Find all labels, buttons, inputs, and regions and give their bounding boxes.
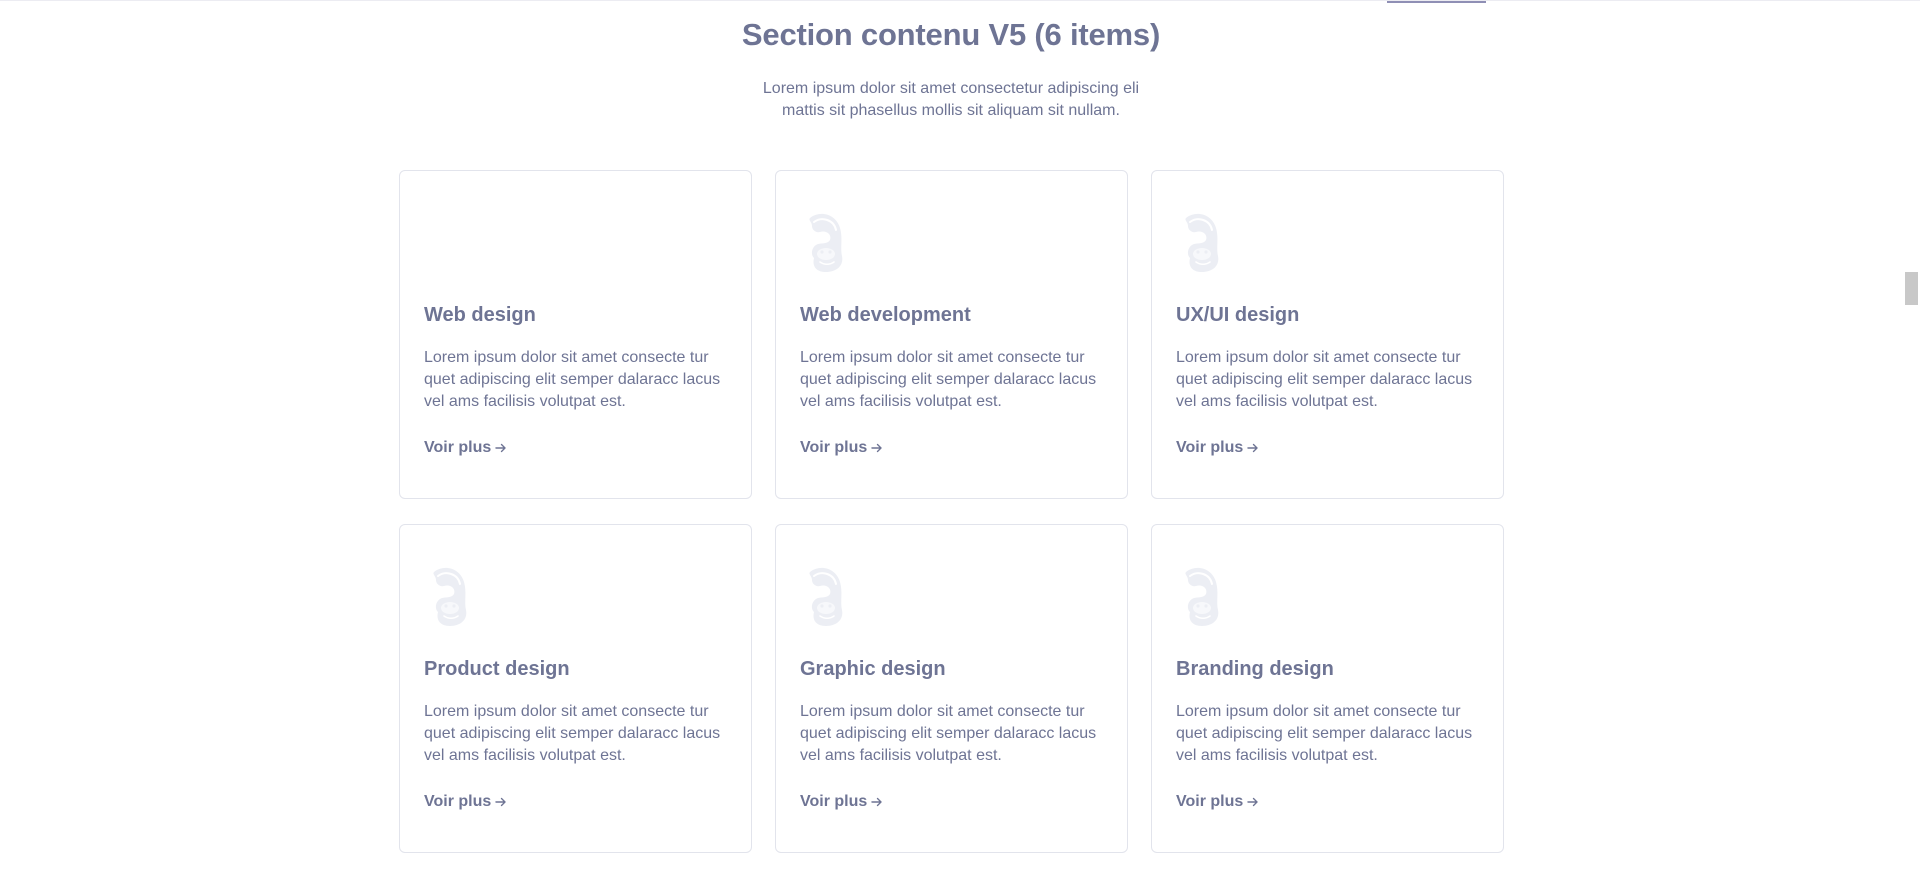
card-title: UX/UI design xyxy=(1176,304,1300,326)
card-title: Web design xyxy=(424,304,536,326)
page: Section contenu V5 (6 items) Lorem ipsum… xyxy=(0,0,1920,873)
section-subtitle: Lorem ipsum dolor sit amet consectetur a… xyxy=(762,80,1140,119)
voir-plus-label: Voir plus xyxy=(424,439,492,456)
voir-plus-label: Voir plus xyxy=(1176,793,1244,810)
arrow-right-icon xyxy=(495,797,506,807)
card-text: Lorem ipsum dolor sit amet consecte tur … xyxy=(800,349,1097,410)
card-title: Product design xyxy=(424,658,570,680)
gorilla-icon xyxy=(1176,210,1220,274)
voir-plus-link[interactable]: Voir plus xyxy=(1176,793,1259,811)
card-text: Lorem ipsum dolor sit amet consecte tur … xyxy=(424,349,721,410)
voir-plus-label: Voir plus xyxy=(1176,439,1244,456)
card-web-development: Web development Lorem ipsum dolor sit am… xyxy=(775,170,1128,499)
voir-plus-link[interactable]: Voir plus xyxy=(1176,439,1259,457)
card-title: Web development xyxy=(800,304,971,326)
card-product-design: Product design Lorem ipsum dolor sit ame… xyxy=(399,524,752,853)
arrow-right-icon xyxy=(495,443,506,453)
voir-plus-label: Voir plus xyxy=(800,439,868,456)
gorilla-icon xyxy=(800,564,844,628)
card-title: Branding design xyxy=(1176,658,1334,680)
card-title: Graphic design xyxy=(800,658,946,680)
arrow-right-icon xyxy=(871,797,882,807)
voir-plus-link[interactable]: Voir plus xyxy=(800,439,883,457)
card-ux-ui-design: UX/UI design Lorem ipsum dolor sit amet … xyxy=(1151,170,1504,499)
card-text: Lorem ipsum dolor sit amet consecte tur … xyxy=(800,703,1097,764)
card-grid: Web design Lorem ipsum dolor sit amet co… xyxy=(399,170,1505,853)
voir-plus-link[interactable]: Voir plus xyxy=(424,793,507,811)
voir-plus-label: Voir plus xyxy=(424,793,492,810)
card-web-design: Web design Lorem ipsum dolor sit amet co… xyxy=(399,170,752,499)
gorilla-icon xyxy=(424,210,468,274)
gorilla-icon xyxy=(1176,564,1220,628)
voir-plus-link[interactable]: Voir plus xyxy=(800,793,883,811)
arrow-right-icon xyxy=(1247,443,1258,453)
voir-plus-link[interactable]: Voir plus xyxy=(424,439,507,457)
top-accent-bar xyxy=(1387,1,1486,3)
section-title: Section contenu V5 (6 items) xyxy=(741,17,1161,52)
gorilla-icon xyxy=(800,210,844,274)
arrow-right-icon xyxy=(1247,797,1258,807)
gorilla-icon xyxy=(424,564,468,628)
card-branding-design: Branding design Lorem ipsum dolor sit am… xyxy=(1151,524,1504,853)
voir-plus-label: Voir plus xyxy=(800,793,868,810)
card-graphic-design: Graphic design Lorem ipsum dolor sit ame… xyxy=(775,524,1128,853)
scrollbar[interactable] xyxy=(1902,1,1920,873)
card-text: Lorem ipsum dolor sit amet consecte tur … xyxy=(424,703,721,764)
scrollbar-thumb[interactable] xyxy=(1905,272,1918,305)
card-text: Lorem ipsum dolor sit amet consecte tur … xyxy=(1176,349,1473,410)
arrow-right-icon xyxy=(871,443,882,453)
card-text: Lorem ipsum dolor sit amet consecte tur … xyxy=(1176,703,1473,764)
